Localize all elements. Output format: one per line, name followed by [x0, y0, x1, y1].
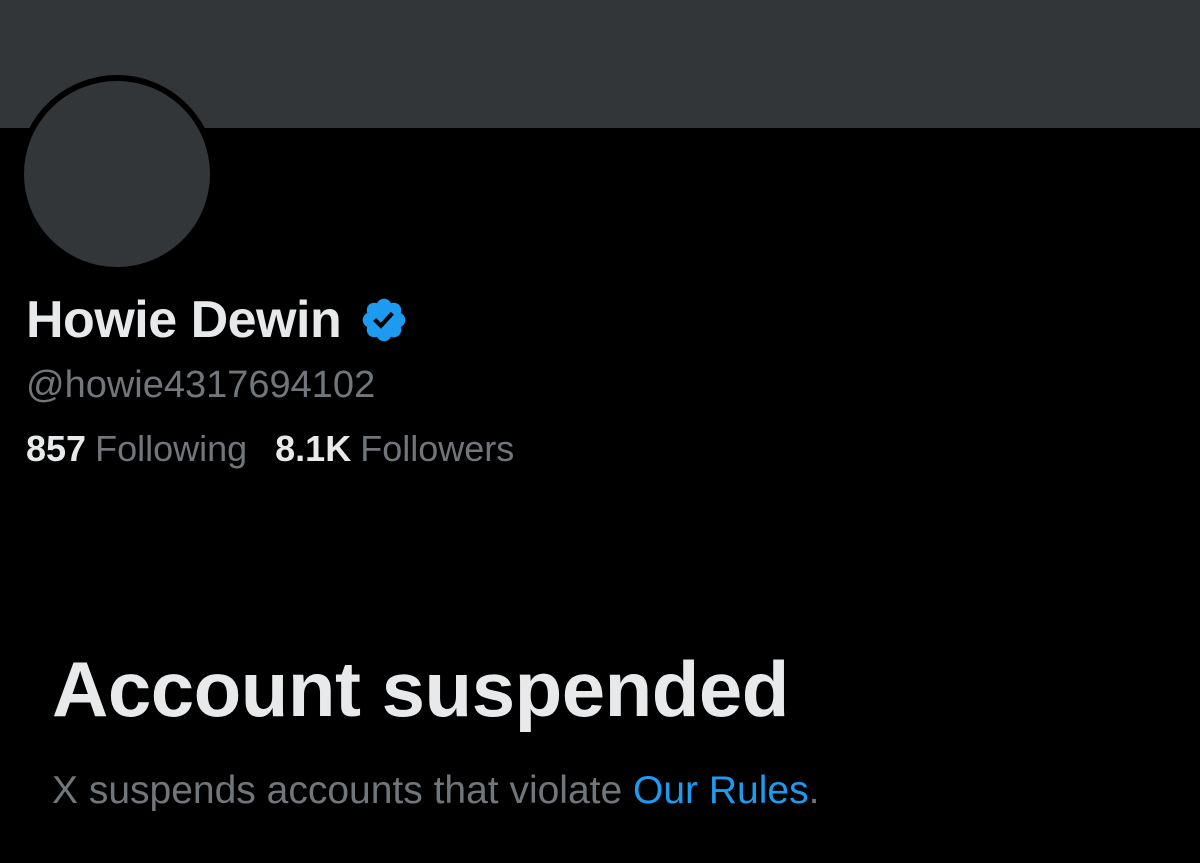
- avatar: [18, 75, 216, 273]
- followers-link[interactable]: 8.1K Followers: [275, 431, 514, 467]
- following-link[interactable]: 857 Following: [26, 431, 247, 467]
- display-name: Howie Dewin: [26, 291, 342, 349]
- followers-count: 8.1K: [275, 428, 352, 469]
- profile-handle: @howie4317694102: [26, 364, 376, 406]
- profile-name-row: Howie Dewin: [26, 285, 409, 355]
- following-label: Following: [95, 428, 248, 469]
- our-rules-link[interactable]: Our Rules: [633, 769, 809, 812]
- followers-label: Followers: [360, 428, 515, 469]
- profile-stats: 857 Following 8.1K Followers: [26, 431, 514, 467]
- suspension-description-period: .: [808, 769, 820, 812]
- verified-badge-icon[interactable]: [359, 295, 409, 345]
- following-count: 857: [26, 428, 87, 469]
- suspension-description: X suspends accounts that violate Our Rul…: [52, 771, 819, 810]
- suspension-title: Account suspended: [52, 645, 789, 733]
- suspension-description-text: X suspends accounts that violate: [52, 769, 634, 812]
